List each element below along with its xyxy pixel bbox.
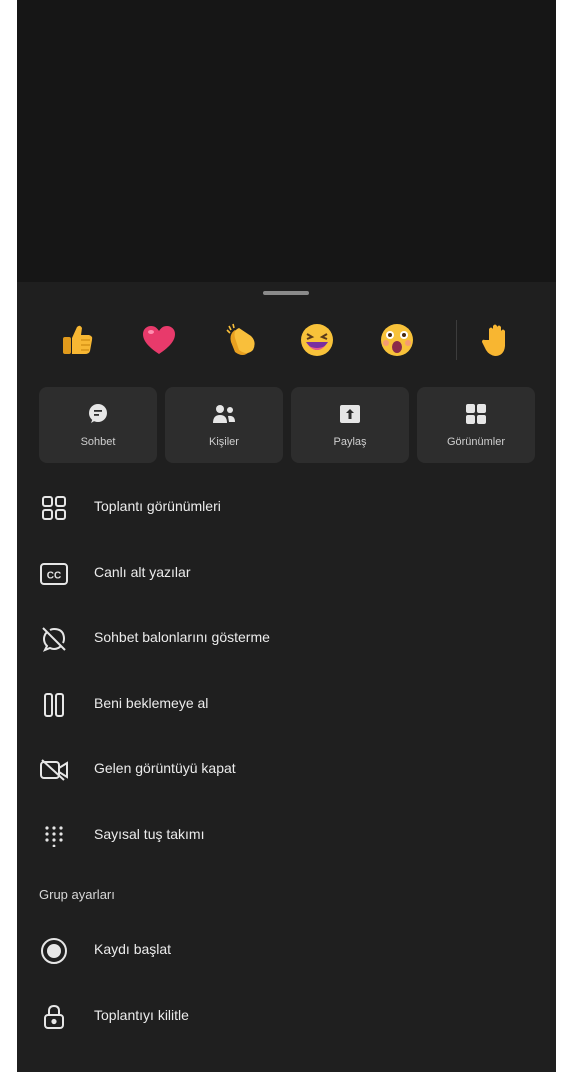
heart-emoji[interactable] xyxy=(135,316,183,364)
chat-tile[interactable]: Sohbet xyxy=(39,387,157,463)
menu-item-hide-chat-bubbles[interactable]: Sohbet balonlarını gösterme xyxy=(17,612,556,666)
menu-item-label: Toplantı görünümleri xyxy=(94,498,221,514)
people-tile-label: Kişiler xyxy=(209,436,239,448)
laughing-face-emoji[interactable] xyxy=(293,316,341,364)
reactions-bar xyxy=(17,316,556,364)
thumbs-up-emoji[interactable] xyxy=(53,316,101,364)
video-stage xyxy=(17,0,556,282)
video-off-icon xyxy=(39,756,69,784)
share-tile-label: Paylaş xyxy=(333,436,367,448)
views-tile[interactable]: Görünümler xyxy=(417,387,535,463)
menu-item-meeting-views[interactable]: Toplantı görünümleri xyxy=(17,481,556,535)
svg-text:CC: CC xyxy=(47,571,61,582)
group-settings-title: Grup ayarları xyxy=(39,887,115,902)
menu-item-label: Sayısal tuş takımı xyxy=(94,826,205,842)
people-icon xyxy=(165,401,283,427)
meeting-screen: Sohbet Kişiler Paylaş Görünümler Toplant… xyxy=(17,0,556,1072)
menu-item-label: Toplantıyı kilitle xyxy=(94,1007,189,1023)
menu-item-label: Sohbet balonlarını gösterme xyxy=(94,629,270,645)
chat-bubbles-off-icon xyxy=(39,625,69,653)
menu-item-turn-off-incoming-video[interactable]: Gelen görüntüyü kapat xyxy=(17,743,556,797)
reactions-divider xyxy=(456,320,457,360)
pause-icon xyxy=(39,691,69,719)
menu-item-label: Beni beklemeye al xyxy=(94,695,209,711)
menu-item-label: Kaydı başlat xyxy=(94,941,172,957)
menu-item-live-captions[interactable]: CC Canlı alt yazılar xyxy=(17,547,556,601)
share-icon xyxy=(291,401,409,427)
chat-icon xyxy=(39,401,157,427)
menu-item-label: Gelen görüntüyü kapat xyxy=(94,760,236,776)
dialpad-icon xyxy=(39,822,69,850)
surprised-face-emoji[interactable] xyxy=(373,316,421,364)
menu-item-start-recording[interactable]: Kaydı başlat xyxy=(17,924,556,978)
raise-hand-emoji[interactable] xyxy=(473,316,521,364)
chat-tile-label: Sohbet xyxy=(80,436,116,448)
views-icon xyxy=(417,401,535,427)
menu-item-label: Canlı alt yazılar xyxy=(94,564,191,580)
quick-actions: Sohbet Kişiler Paylaş Görünümler xyxy=(39,387,539,463)
clapping-hands-emoji[interactable] xyxy=(217,316,265,364)
menu-item-lock-meeting[interactable]: Toplantıyı kilitle xyxy=(17,990,556,1044)
record-icon xyxy=(39,937,69,965)
share-tile[interactable]: Paylaş xyxy=(291,387,409,463)
lock-icon xyxy=(39,1003,69,1031)
grid-layout-icon xyxy=(39,494,69,522)
people-tile[interactable]: Kişiler xyxy=(165,387,283,463)
closed-captions-icon: CC xyxy=(39,560,69,588)
more-options-sheet: Sohbet Kişiler Paylaş Görünümler Toplant… xyxy=(17,282,556,1072)
menu-item-put-on-hold[interactable]: Beni beklemeye al xyxy=(17,678,556,732)
views-tile-label: Görünümler xyxy=(446,436,506,448)
sheet-drag-handle[interactable] xyxy=(263,291,309,295)
menu-item-dialpad[interactable]: Sayısal tuş takımı xyxy=(17,809,556,863)
